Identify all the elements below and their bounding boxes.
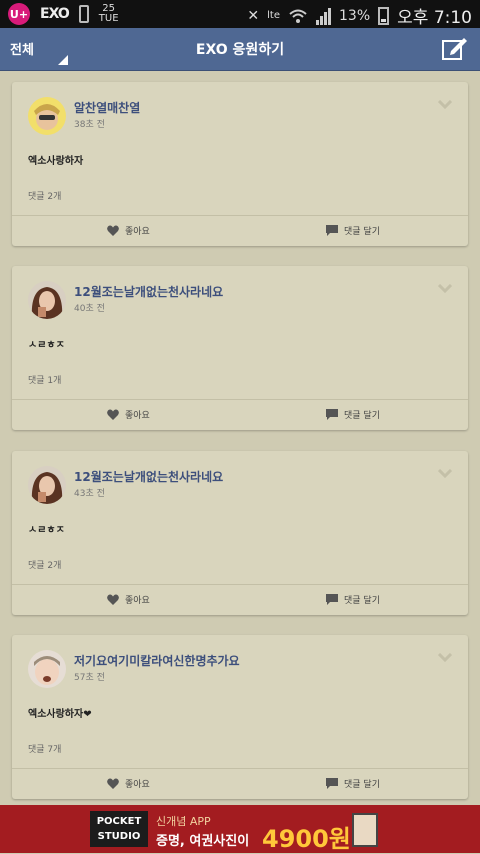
like-label: 좋아요 (125, 227, 150, 237)
comment-icon (326, 409, 338, 420)
post-actions: 좋아요 댓글 달기 (12, 399, 468, 430)
ad-brand-line2: STUDIO (97, 831, 141, 842)
like-button[interactable]: 좋아요 (107, 408, 150, 421)
wifi-icon (289, 9, 307, 23)
id-photo-icon (352, 813, 378, 847)
avatar[interactable] (28, 466, 66, 504)
post-card: 12월조는날개없는천사라네요 40초 전 ㅅㄹㅎㅈ 댓글 1개 좋아요 댓글 달… (12, 266, 468, 430)
like-label: 좋아요 (125, 411, 150, 421)
like-button[interactable]: 좋아요 (107, 224, 150, 237)
comment-icon (326, 594, 338, 605)
post-content: ㅅㄹㅎㅈ (28, 525, 65, 536)
post-content: 엑소사랑하자❤ (28, 709, 92, 720)
post-author[interactable]: 12월조는날개없는천사라네요 (74, 468, 223, 485)
heart-icon (107, 778, 119, 789)
battery-percent: 13% (339, 7, 371, 24)
chevron-down-icon[interactable] (438, 653, 452, 663)
ad-tagline: 신개념 APP (156, 815, 211, 828)
post-author[interactable]: 12월조는날개없는천사라네요 (74, 283, 223, 300)
reply-button[interactable]: 댓글 달기 (326, 777, 380, 790)
signal-icon (316, 7, 332, 25)
mute-icon: ✕ (247, 7, 260, 24)
carrier-badge: U+ (8, 3, 30, 25)
ad-banner[interactable]: POCKET STUDIO 신개념 APP 증명, 여권사진이 4900원 (0, 805, 480, 853)
post-time: 57초 전 (74, 673, 105, 683)
post-card: 12월조는날개없는천사라네요 43초 전 ㅅㄹㅎㅈ 댓글 2개 좋아요 댓글 달… (12, 451, 468, 615)
post-feed[interactable]: 알찬열매찬열 38초 전 엑소사랑하자 댓글 2개 좋아요 댓글 달기 12월조… (0, 70, 480, 805)
chevron-down-icon[interactable] (438, 469, 452, 479)
comment-count[interactable]: 댓글 2개 (28, 558, 61, 571)
reply-label: 댓글 달기 (344, 227, 380, 237)
clock: 오후 7:10 (397, 8, 472, 28)
like-label: 좋아요 (125, 596, 150, 606)
chevron-down-icon[interactable] (438, 100, 452, 110)
lte-label: lte (267, 10, 281, 21)
heart-icon (107, 594, 119, 605)
like-button[interactable]: 좋아요 (107, 593, 150, 606)
comment-icon (326, 225, 338, 236)
post-card: 알찬열매찬열 38초 전 엑소사랑하자 댓글 2개 좋아요 댓글 달기 (12, 82, 468, 246)
compose-icon[interactable] (440, 34, 468, 62)
like-button[interactable]: 좋아요 (107, 777, 150, 790)
ad-price: 4900원 (262, 825, 351, 853)
reply-label: 댓글 달기 (344, 411, 380, 421)
post-author[interactable]: 알찬열매찬열 (74, 99, 140, 116)
chevron-down-icon[interactable] (438, 284, 452, 294)
ad-headline: 증명, 여권사진이 (156, 834, 250, 849)
post-author[interactable]: 저기요여기미칼라여신한명추가요 (74, 652, 240, 669)
post-content: 엑소사랑하자 (28, 156, 84, 167)
reply-button[interactable]: 댓글 달기 (326, 593, 380, 606)
ad-logo: POCKET STUDIO (90, 811, 148, 847)
post-actions: 좋아요 댓글 달기 (12, 215, 468, 246)
comment-count[interactable]: 댓글 2개 (28, 189, 61, 202)
reply-label: 댓글 달기 (344, 780, 380, 790)
post-actions: 좋아요 댓글 달기 (12, 768, 468, 799)
reply-button[interactable]: 댓글 달기 (326, 408, 380, 421)
calendar-day: TUE (98, 13, 119, 24)
reply-button[interactable]: 댓글 달기 (326, 224, 380, 237)
app-header: 전체 EXO 응원하기 (0, 28, 480, 71)
avatar[interactable] (28, 650, 66, 688)
avatar[interactable] (28, 97, 66, 135)
page-title: EXO 응원하기 (195, 42, 285, 58)
comment-icon (326, 778, 338, 789)
ad-brand-line1: POCKET (96, 816, 142, 827)
comment-count[interactable]: 댓글 1개 (28, 373, 61, 386)
comment-count[interactable]: 댓글 7개 (28, 742, 61, 755)
phone-icon (78, 5, 89, 23)
exo-logo-icon: EXO (40, 6, 70, 22)
like-label: 좋아요 (125, 780, 150, 790)
status-bar: U+ EXO 25 TUE ✕ lte 13% 오후 7:10 (0, 0, 480, 28)
post-time: 38초 전 (74, 120, 105, 130)
post-time: 43초 전 (74, 489, 105, 499)
heart-icon (107, 409, 119, 420)
reply-label: 댓글 달기 (344, 596, 380, 606)
heart-icon (107, 225, 119, 236)
post-time: 40초 전 (74, 304, 105, 314)
avatar[interactable] (28, 281, 66, 319)
battery-icon (378, 6, 390, 25)
post-card: 저기요여기미칼라여신한명추가요 57초 전 엑소사랑하자❤ 댓글 7개 좋아요 … (12, 635, 468, 799)
post-content: ㅅㄹㅎㅈ (28, 340, 65, 351)
calendar-icon: 25 TUE (99, 4, 119, 24)
post-actions: 좋아요 댓글 달기 (12, 584, 468, 615)
